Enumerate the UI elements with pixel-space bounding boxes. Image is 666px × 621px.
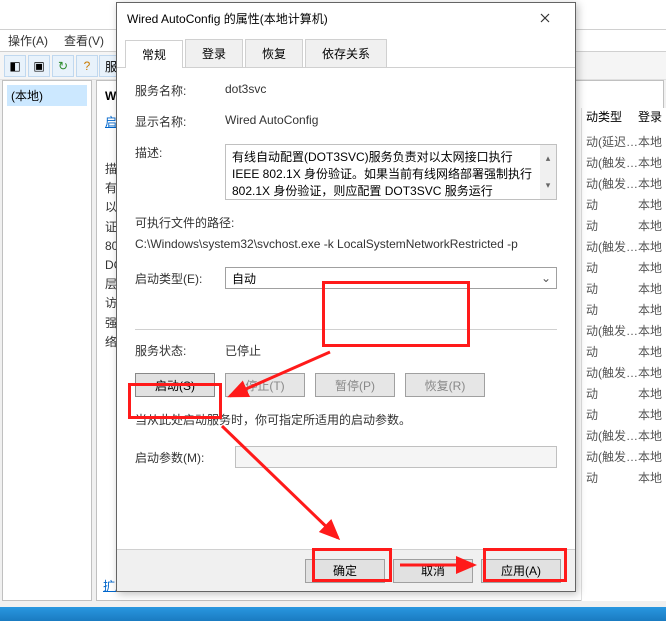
start-params-label: 启动参数(M): <box>135 449 235 466</box>
stop-button: 停止(T) <box>225 373 305 397</box>
table-row[interactable]: 动(触发…本地 <box>582 173 666 194</box>
scroll-down-icon[interactable]: ▾ <box>540 172 556 199</box>
description-scrollbar[interactable]: ▴▾ <box>540 145 556 199</box>
dialog-footer: 确定 取消 应用(A) <box>117 549 575 591</box>
tab-dependencies[interactable]: 依存关系 <box>305 39 387 67</box>
display-name-label: 显示名称: <box>135 113 225 130</box>
dialog-title-bar[interactable]: Wired AutoConfig 的属性(本地计算机) <box>117 3 575 33</box>
table-row[interactable]: 动(触发…本地 <box>582 446 666 467</box>
menu-view[interactable]: 查看(V) <box>64 32 104 49</box>
chevron-down-icon[interactable]: ⌄ <box>538 270 554 286</box>
startup-type-combobox[interactable]: 自动 ⌄ <box>225 267 557 289</box>
table-row[interactable]: 动本地 <box>582 299 666 320</box>
properties-dialog: Wired AutoConfig 的属性(本地计算机) 常规 登录 恢复 依存关… <box>116 2 576 592</box>
toolbar-btn-1[interactable]: ◧ <box>4 55 26 77</box>
scroll-up-icon[interactable]: ▴ <box>540 145 556 172</box>
executable-path-label: 可执行文件的路径: <box>135 214 557 231</box>
description-text: 有线自动配置(DOT3SVC)服务负责对以太网接口执行 IEEE 802.1X … <box>232 150 532 198</box>
service-name-label: 服务名称: <box>135 82 225 99</box>
services-table-fragment: 动类型 登录 动(延迟…本地动(触发…本地动(触发…本地动本地动本地动(触发…本… <box>581 108 666 601</box>
col-logon[interactable]: 登录 <box>638 108 662 125</box>
tab-logon[interactable]: 登录 <box>185 39 243 67</box>
apply-button[interactable]: 应用(A) <box>481 559 561 583</box>
dialog-body: 服务名称: dot3svc 显示名称: Wired AutoConfig 描述:… <box>117 68 575 550</box>
service-name-value: dot3svc <box>225 82 557 96</box>
description-textbox[interactable]: 有线自动配置(DOT3SVC)服务负责对以太网接口执行 IEEE 802.1X … <box>225 144 557 200</box>
tab-strip: 常规 登录 恢复 依存关系 <box>117 33 575 68</box>
tab-recovery[interactable]: 恢复 <box>245 39 303 67</box>
table-row[interactable]: 动本地 <box>582 278 666 299</box>
table-row[interactable]: 动本地 <box>582 404 666 425</box>
table-row[interactable]: 动本地 <box>582 194 666 215</box>
resume-button: 恢复(R) <box>405 373 485 397</box>
table-row[interactable]: 动本地 <box>582 257 666 278</box>
service-status-value: 已停止 <box>225 342 557 359</box>
col-startup-type[interactable]: 动类型 <box>586 108 638 125</box>
table-row[interactable]: 动本地 <box>582 383 666 404</box>
startup-type-label: 启动类型(E): <box>135 270 225 287</box>
toolbar-btn-3[interactable]: ↻ <box>52 55 74 77</box>
dialog-title: Wired AutoConfig 的属性(本地计算机) <box>127 10 525 27</box>
pause-button: 暂停(P) <box>315 373 395 397</box>
table-row[interactable]: 动本地 <box>582 467 666 488</box>
cancel-button[interactable]: 取消 <box>393 559 473 583</box>
start-params-input <box>235 446 557 468</box>
separator <box>135 329 557 330</box>
table-row[interactable]: 动本地 <box>582 341 666 362</box>
taskbar <box>0 607 666 621</box>
menu-action[interactable]: 操作(A) <box>8 32 48 49</box>
table-row[interactable]: 动(触发…本地 <box>582 152 666 173</box>
table-row[interactable]: 动(延迟…本地 <box>582 131 666 152</box>
table-row[interactable]: 动(触发…本地 <box>582 362 666 383</box>
description-label: 描述: <box>135 144 225 161</box>
tree-node-local[interactable]: (本地) <box>7 85 87 106</box>
toolbar-btn-4[interactable]: ? <box>76 55 98 77</box>
close-button[interactable] <box>525 4 565 32</box>
table-row[interactable]: 动(触发…本地 <box>582 236 666 257</box>
table-row[interactable]: 动本地 <box>582 215 666 236</box>
table-row[interactable]: 动(触发…本地 <box>582 425 666 446</box>
startup-type-value: 自动 <box>232 270 256 287</box>
toolbar-btn-2[interactable]: ▣ <box>28 55 50 77</box>
executable-path-value: C:\Windows\system32\svchost.exe -k Local… <box>135 237 557 251</box>
tree-pane: (本地) <box>2 80 92 601</box>
start-params-hint: 当从此处启动服务时，你可指定所适用的启动参数。 <box>135 411 557 428</box>
ok-button[interactable]: 确定 <box>305 559 385 583</box>
table-row[interactable]: 动(触发…本地 <box>582 320 666 341</box>
service-status-label: 服务状态: <box>135 342 225 359</box>
start-button[interactable]: 启动(S) <box>135 373 215 397</box>
tab-general[interactable]: 常规 <box>125 40 183 68</box>
display-name-value: Wired AutoConfig <box>225 113 557 127</box>
